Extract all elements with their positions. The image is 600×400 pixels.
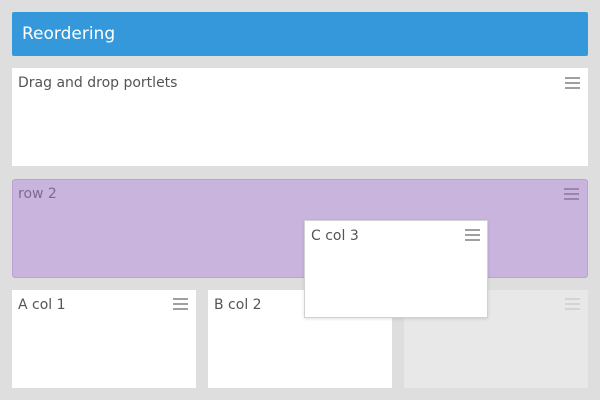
app-root: Reordering Drag and drop portlets row 2 … — [0, 0, 600, 400]
portlet-title: Drag and drop portlets — [18, 75, 178, 91]
hamburger-menu-icon[interactable] — [173, 298, 188, 311]
hamburger-menu-icon — [565, 298, 580, 311]
hamburger-menu-icon[interactable] — [465, 229, 480, 242]
portlet-title: row 2 — [18, 186, 57, 202]
portlet-title: C col 3 — [311, 228, 359, 244]
portlet-title: A col 1 — [18, 297, 66, 313]
page-header: Reordering — [12, 12, 588, 56]
portlet-c-col-3-dragging[interactable]: C col 3 — [304, 220, 488, 318]
hamburger-menu-icon[interactable] — [564, 188, 579, 201]
hamburger-menu-icon[interactable] — [565, 77, 580, 90]
portlet-row-2[interactable]: row 2 — [12, 179, 588, 278]
page-title: Reordering — [22, 24, 116, 44]
portlet-drag-and-drop[interactable]: Drag and drop portlets — [12, 68, 588, 166]
portlet-a-col-1[interactable]: A col 1 — [12, 290, 196, 388]
portlet-title: B col 2 — [214, 297, 262, 313]
